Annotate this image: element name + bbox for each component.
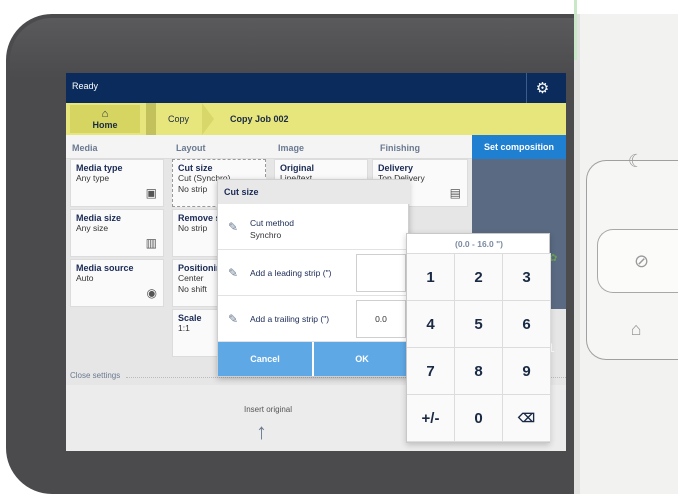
media-stack-icon: ▣ <box>145 186 157 200</box>
trailing-strip-input[interactable]: 0.0 <box>356 300 406 338</box>
key-9[interactable]: 9 <box>503 348 551 395</box>
tab-finishing[interactable]: Finishing <box>380 143 420 153</box>
indicator-strip <box>574 0 577 60</box>
home-icon: ⌂ <box>101 107 109 120</box>
stop-button[interactable]: ⊘ <box>597 229 678 293</box>
set-composition-button[interactable]: Set composition <box>472 135 566 159</box>
leading-strip-row[interactable]: ✎ Add a leading strip (") <box>218 250 410 296</box>
media-roll-icon: ◉ <box>146 286 157 300</box>
media-source-value: Auto <box>76 273 94 283</box>
key-1[interactable]: 1 <box>407 254 455 301</box>
key-6[interactable]: 6 <box>503 301 551 348</box>
breadcrumb: ⌂ Home Copy Copy Job 002 <box>66 103 566 135</box>
key-4[interactable]: 4 <box>407 301 455 348</box>
media-type-value: Any type <box>76 173 110 183</box>
media-size-icon: ▥ <box>145 236 157 250</box>
ok-button[interactable]: OK <box>314 342 410 376</box>
breadcrumb-separator <box>146 103 156 135</box>
key-0[interactable]: 0 <box>455 395 503 442</box>
delivery-tray-icon: ▤ <box>449 186 461 200</box>
dialog-title: Cut size <box>218 180 410 204</box>
tab-layout[interactable]: Layout <box>176 143 206 153</box>
breadcrumb-copy[interactable]: Copy <box>168 114 189 124</box>
breadcrumb-arrow <box>202 103 214 135</box>
media-type-tile[interactable]: Media type Any type ▣ <box>70 159 164 207</box>
key-3[interactable]: 3 <box>503 254 551 301</box>
insert-original-label: Insert original <box>244 405 293 414</box>
hardware-home-button[interactable]: ⌂ <box>587 301 678 357</box>
leading-strip-label: Add a leading strip (") <box>250 268 332 278</box>
media-size-value: Any size <box>76 223 109 233</box>
trailing-strip-label: Add a trailing strip (") <box>250 314 330 324</box>
key-7[interactable]: 7 <box>407 348 455 395</box>
media-size-tile[interactable]: Media size Any size ▥ <box>70 209 164 257</box>
home-button[interactable]: ⌂ Home <box>70 105 140 133</box>
keypad-range: (0.0 - 16.0 ") <box>407 234 551 254</box>
touch-screen: Ready ⚙ ⌂ Home Copy Copy Job 002 Media L… <box>66 73 566 451</box>
pencil-icon: ✎ <box>228 266 239 280</box>
pencil-icon: ✎ <box>228 220 239 234</box>
cut-method-label: Cut method <box>250 218 294 228</box>
breadcrumb-job: Copy Job 002 <box>230 114 289 124</box>
original-title: Original <box>280 163 315 173</box>
delivery-title: Delivery <box>378 163 414 173</box>
cut-size-dialog: Cut size ✎ Cut method Synchro ✎ Add a le… <box>217 179 410 377</box>
side-panel-edge <box>574 14 580 494</box>
status-bar: Ready ⚙ <box>66 73 566 103</box>
tab-image[interactable]: Image <box>278 143 304 153</box>
close-settings-label: Close settings <box>70 371 121 380</box>
media-size-title: Media size <box>76 213 122 223</box>
media-source-title: Media source <box>76 263 134 273</box>
status-text: Ready <box>72 81 99 91</box>
key-5[interactable]: 5 <box>455 301 503 348</box>
hardware-button-group: ☾ ⊘ ⌂ <box>586 151 678 360</box>
up-arrow-icon: ↑ <box>256 419 267 444</box>
settings-button[interactable]: ⚙ <box>526 73 558 103</box>
stop-icon: ⊘ <box>633 250 650 271</box>
key-2[interactable]: 2 <box>455 254 503 301</box>
home-label: Home <box>92 119 118 130</box>
backspace-icon: ⌫ <box>518 411 535 425</box>
media-type-title: Media type <box>76 163 123 173</box>
sleep-button[interactable]: ☾ <box>587 133 678 189</box>
numeric-keypad: (0.0 - 16.0 ") 1 2 3 4 5 6 7 8 9 +/- 0 ⌫ <box>406 233 551 443</box>
key-8[interactable]: 8 <box>455 348 503 395</box>
leading-strip-input[interactable] <box>356 254 406 292</box>
cancel-button[interactable]: Cancel <box>218 342 312 376</box>
cut-method-value: Synchro <box>250 230 282 240</box>
pencil-icon: ✎ <box>228 312 239 326</box>
key-plus-minus[interactable]: +/- <box>407 395 455 442</box>
house-icon: ⌂ <box>630 318 642 339</box>
device: ☾ ⊘ ⌂ Ready ⚙ ⌂ Home Copy Copy Job 002 M… <box>0 0 678 503</box>
gear-icon: ⚙ <box>535 80 550 97</box>
tab-media[interactable]: Media <box>72 143 98 153</box>
category-tabs: Media Layout Image Finishing Set composi… <box>66 135 566 159</box>
cut-size-title: Cut size <box>178 163 213 173</box>
trailing-strip-row[interactable]: ✎ Add a trailing strip (") 0.0 <box>218 296 410 342</box>
backspace-key[interactable]: ⌫ <box>503 395 551 442</box>
media-source-tile[interactable]: Media source Auto ◉ <box>70 259 164 307</box>
cut-method-row[interactable]: ✎ Cut method Synchro <box>218 204 410 250</box>
moon-icon: ☾ <box>627 150 645 171</box>
